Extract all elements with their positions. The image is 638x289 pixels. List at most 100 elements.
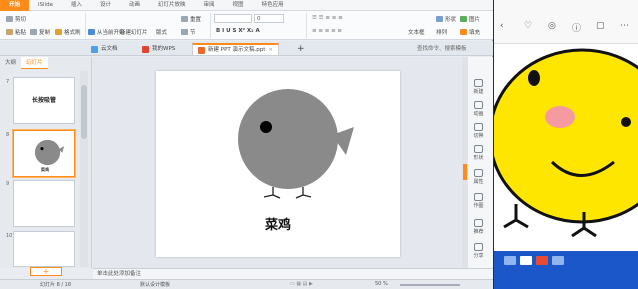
search-command-box[interactable]: 查找命令、搜索模板 — [412, 43, 472, 55]
reset-icon — [181, 16, 188, 22]
thumbnail-title: 菜鸡 — [41, 167, 49, 172]
shape-button[interactable]: 形状 — [436, 15, 456, 23]
arrange-button[interactable]: 排列 — [436, 28, 447, 36]
fill-button[interactable]: 填充 — [460, 28, 480, 36]
tab-home[interactable]: 开始 — [0, 0, 30, 11]
info-icon[interactable]: ⓘ — [572, 21, 581, 34]
format-painter-button[interactable]: 格式刷 — [55, 28, 81, 36]
tab-outline[interactable]: 大纲 — [0, 57, 21, 69]
target-icon[interactable]: ◎ — [548, 21, 556, 31]
picture-button[interactable]: 图片 — [460, 15, 480, 23]
shape-icon — [474, 145, 483, 153]
slide-thumbnail[interactable]: 长按吸管 — [13, 77, 75, 124]
paragraph-buttons[interactable]: ☰ ☰ ≡ ≡ ≡ — [312, 15, 343, 21]
taskbar-app-icon[interactable] — [536, 256, 548, 265]
fill-label: 填充 — [469, 30, 481, 36]
align-buttons[interactable]: ≡ ≡ ≡ ≡ ≡ — [312, 28, 342, 34]
tab-animation[interactable]: 动画 — [120, 0, 149, 11]
new-icon — [474, 79, 483, 87]
add-slide-button[interactable]: + — [30, 267, 62, 276]
cut-label: 剪切 — [15, 17, 27, 23]
scrollbar-thumb[interactable] — [81, 85, 87, 139]
font-size-select[interactable]: 0 — [254, 14, 284, 23]
thumbnail-title: 长按吸管 — [31, 97, 56, 104]
new-tab-button[interactable]: + — [292, 43, 310, 55]
document-tab-bar: 云文档 我的WPS 新建 PPT 演示文稿.ppt × + 查找命令、搜索模板 — [0, 41, 493, 56]
heart-icon[interactable]: ♡ — [524, 21, 532, 31]
paste-button[interactable]: 粘贴 — [6, 28, 26, 36]
zoom-slider[interactable] — [400, 284, 460, 286]
tab-islide[interactable]: iSlide — [29, 0, 62, 11]
slide-thumbnail[interactable] — [13, 231, 75, 267]
taskbar-app-icon[interactable] — [504, 256, 516, 265]
paste-label: 粘贴 — [15, 30, 27, 36]
arrange-label: 排列 — [436, 30, 448, 36]
tab-special-apps[interactable]: 特色应用 — [253, 0, 293, 11]
textbox-button[interactable]: 文本框 — [408, 28, 425, 36]
tab-review[interactable]: 审阅 — [195, 0, 224, 11]
shape-label: 形状 — [445, 17, 457, 23]
window-icon[interactable]: ▢ — [596, 21, 605, 31]
doc-tab-cloud[interactable]: 云文档 — [86, 43, 123, 55]
ribbon-divider — [306, 13, 307, 38]
reset-button[interactable]: 重置 — [181, 15, 201, 23]
slide-number: 10 — [6, 233, 13, 239]
task-label: 作图 — [473, 203, 484, 209]
search-command-label: 查找命令、搜索模板 — [417, 46, 467, 52]
tab-insert[interactable]: 插入 — [62, 0, 91, 11]
zoom-level[interactable]: 50 % — [375, 281, 388, 287]
tab-slides[interactable]: 幻灯片 — [21, 57, 48, 69]
animation-icon — [474, 101, 483, 109]
task-label: 新建 — [473, 89, 484, 95]
tab-view[interactable]: 视图 — [224, 0, 253, 11]
new-slide-button[interactable]: 新建幻灯片 — [120, 28, 148, 36]
doc-tab-label: 新建 PPT 演示文稿.ppt — [208, 47, 266, 53]
doc-tab-label: 云文档 — [101, 46, 118, 52]
format-painter-label: 格式刷 — [64, 30, 81, 36]
brush-icon — [55, 29, 62, 35]
close-tab-icon[interactable]: × — [268, 44, 273, 56]
slide-thumbnail-panel: 大纲 幻灯片 7 长按吸管 8 菜鸡 9 10 — [0, 57, 92, 268]
font-family-select[interactable] — [214, 14, 252, 23]
tab-design[interactable]: 设计 — [91, 0, 120, 11]
tab-slideshow[interactable]: 幻灯片放映 — [149, 0, 195, 11]
image-viewer-window: ‹ ♡ ◎ ⓘ ▢ ⋯ — [494, 0, 638, 289]
doc-tab-presentation[interactable]: 新建 PPT 演示文稿.ppt × — [192, 43, 279, 55]
chick-image[interactable] — [494, 44, 638, 251]
layout-button[interactable]: 版式 — [156, 28, 167, 36]
windows-taskbar — [494, 251, 638, 289]
slide-thumbnail[interactable] — [13, 180, 75, 227]
ribbon-divider — [210, 13, 211, 38]
taskbar-app-icon[interactable] — [520, 256, 532, 265]
taskbar-app-icon[interactable] — [552, 256, 564, 265]
slide-number: 8 — [6, 132, 10, 138]
ppt-file-icon — [198, 46, 205, 54]
cut-button[interactable]: 剪切 — [6, 15, 26, 23]
new-slide-label: 新建幻灯片 — [120, 30, 148, 36]
slide-thumbnail-selected[interactable]: 菜鸡 — [13, 130, 75, 177]
collapse-handle[interactable] — [463, 164, 467, 180]
more-icon[interactable]: ⋯ — [620, 21, 629, 31]
ribbon-tab-bar: 开始 iSlide 插入 设计 动画 幻灯片放映 审阅 视图 特色应用 — [0, 0, 493, 11]
share-icon — [474, 243, 483, 251]
shape-icon — [436, 16, 443, 22]
section-button[interactable]: 节 — [181, 28, 196, 36]
slide-title[interactable]: 菜鸡 — [156, 214, 400, 233]
back-icon[interactable]: ‹ — [500, 21, 504, 31]
task-label: 形状 — [473, 155, 484, 161]
doc-tab-mywps[interactable]: 我的WPS — [137, 43, 180, 55]
task-label: 动画 — [473, 111, 484, 117]
notes-field[interactable]: 单击此处添加备注 — [93, 268, 493, 279]
slide-editing-area: 菜鸡 — [93, 57, 462, 268]
view-buttons[interactable]: ▭ ▦ ▤ ▶ — [290, 281, 313, 287]
thumbnail-scrollbar[interactable] — [80, 71, 88, 267]
pane-collapse-strip[interactable] — [462, 57, 468, 268]
task-label: 推荐 — [473, 229, 484, 235]
task-label: 切换 — [473, 133, 484, 139]
format-buttons[interactable]: B I U S X² X₂ A — [216, 28, 260, 34]
current-slide[interactable]: 菜鸡 — [156, 71, 400, 257]
task-label: 属性 — [473, 179, 484, 185]
copy-button[interactable]: 复制 — [30, 28, 50, 36]
doc-tab-label: 我的WPS — [152, 46, 176, 52]
section-label: 节 — [190, 30, 196, 36]
